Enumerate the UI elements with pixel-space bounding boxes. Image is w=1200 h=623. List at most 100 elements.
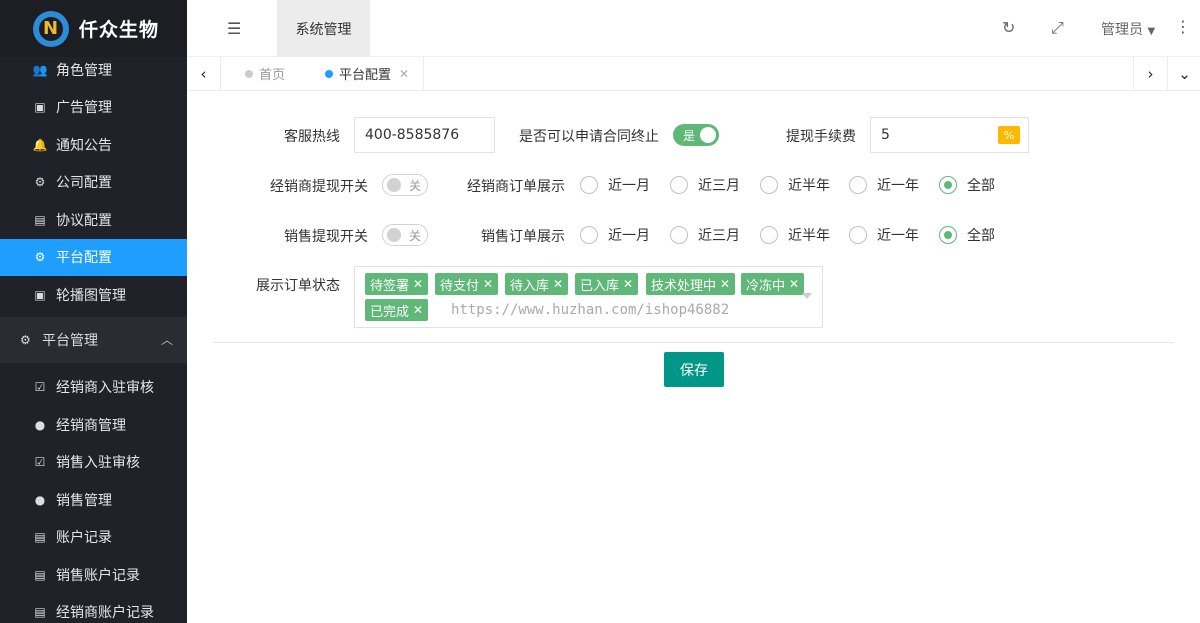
close-icon[interactable]: ✕ [413,277,423,291]
radio-ring [580,226,598,244]
sidebar-item-notice[interactable]: 🔔 通知公告 [0,126,187,164]
radio-label: 近半年 [788,228,830,244]
user-menu[interactable]: 管理员 ▼ [1101,19,1155,39]
page-tab-bar: ‹ 首页 平台配置 ✕ › ⌄ [187,57,1200,91]
brand-name: 仟众生物 [79,19,160,41]
sidebar-item-account-records[interactable]: ▤ 账户记录 [0,519,187,557]
tab-platform-config[interactable]: 平台配置 ✕ [325,57,425,90]
sidebar-item-sales-account-records[interactable]: ▤ 销售账户记录 [0,556,187,594]
refresh-icon[interactable]: ↻ [1002,18,1015,37]
radio-ring [760,176,778,194]
sidebar-group-label: 平台管理 [42,332,98,349]
sidebar-item-platform-config[interactable]: ⚙ 平台配置 [0,238,187,276]
tab-home[interactable]: 首页 [245,57,285,90]
menu-fold-icon[interactable]: ☰ [227,19,243,38]
tab-current-label: 平台配置 [339,68,392,83]
sales-range-3m[interactable]: 近三月 [670,225,740,245]
sales-range-1y[interactable]: 近一年 [849,225,919,245]
sales-range-all[interactable]: 全部 [939,225,995,245]
sidebar-item-label: 平台配置 [56,250,112,267]
status-tag: 冷冻中 ✕ [741,273,805,295]
radio-ring [670,226,688,244]
radio-label: 近三月 [698,228,740,244]
close-icon[interactable]: ✕ [483,277,493,291]
switch-text: 是 [683,128,696,143]
sidebar-item-sales-manage[interactable]: ● 销售管理 [0,481,187,519]
chevron-up-icon: ︿ [160,333,173,347]
sidebar-item-role[interactable]: 👥 角色管理 [0,51,187,89]
close-icon[interactable]: ✕ [720,277,730,291]
sidebar-item-dealer-manage[interactable]: ● 经销商管理 [0,406,187,444]
sidebar: N 仟众生物 👥 角色管理 ▣ 广告管理 🔔 通知公告 ⚙ 公司配置 ▤ 协议配置 ⚙ 平台… [0,0,187,623]
close-icon[interactable]: ✕ [553,277,563,291]
sidebar-item-label: 协议配置 [56,212,112,229]
file-icon: ▤ [34,530,46,545]
tab-system-manage[interactable]: 系统管理 [277,0,370,57]
tab-scroll-right-icon[interactable]: › [1133,57,1167,90]
radio-label: 全部 [967,228,995,244]
contract-terminate-switch[interactable]: 是 [673,124,719,146]
tab-home-label: 首页 [259,68,286,83]
sales-range-1m[interactable]: 近一月 [580,225,650,245]
sidebar-item-company[interactable]: ⚙ 公司配置 [0,164,187,202]
withdraw-fee-input[interactable]: 5% [870,117,1029,153]
cogs-icon: ⚙ [34,175,46,190]
dealer-range-6m[interactable]: 近半年 [760,175,830,195]
image-icon: ▣ [34,100,46,115]
sidebar-item-label: 账户记录 [56,530,112,547]
switch-text: 关 [409,178,422,193]
sidebar-item-agreement[interactable]: ▤ 协议配置 [0,201,187,239]
dealer-range-3m[interactable]: 近三月 [670,175,740,195]
more-vertical-icon[interactable]: ⋮ [1175,17,1191,36]
tag-label: 待支付 [440,278,480,294]
sales-range-6m[interactable]: 近半年 [760,225,830,245]
dealer-withdraw-switch[interactable]: 关 [382,174,428,196]
sidebar-item-label: 广告管理 [56,100,112,117]
save-button[interactable]: 保存 [664,352,724,387]
sidebar-item-label: 销售入驻审核 [56,455,140,472]
close-icon[interactable]: ✕ [789,277,799,291]
tag-label: 已完成 [370,304,410,320]
fullscreen-icon[interactable]: ⤢ [1051,18,1064,38]
status-tag: 待签署 ✕ [365,273,429,295]
dealer-range-1m[interactable]: 近一月 [580,175,650,195]
status-tag: 待入库 ✕ [505,273,569,295]
radio-label: 近半年 [788,178,830,194]
sidebar-group-platform[interactable]: ⚙ 平台管理 ︿ [0,316,187,363]
dealer-range-all[interactable]: 全部 [939,175,995,195]
sidebar-item-label: 公司配置 [56,175,112,192]
radio-label: 近三月 [698,178,740,194]
sidebar-item-dealer-audit[interactable]: ☑ 经销商入驻审核 [0,369,187,407]
order-status-select[interactable]: 待签署 ✕ 待支付 ✕ 待入库 ✕ 已入库 ✕ 技术处理中 ✕ 冷冻中 ✕ 已完成 ✕ htt… [354,266,823,328]
dealer-range-1y[interactable]: 近一年 [849,175,919,195]
logo[interactable]: N 仟众生物 [0,0,187,57]
sidebar-item-label: 通知公告 [56,137,112,154]
sidebar-item-ads[interactable]: ▣ 广告管理 [0,89,187,127]
switch-text: 关 [409,228,422,243]
radio-label: 近一月 [608,228,650,244]
sidebar-item-carousel[interactable]: ▣ 轮播图管理 [0,276,187,314]
caret-down-icon [802,293,812,299]
brand-logo-icon: N [33,10,69,47]
close-icon[interactable]: ✕ [623,277,633,291]
tab-scroll-left-icon[interactable]: ‹ [187,57,221,90]
sidebar-menu-top: 👥 角色管理 ▣ 广告管理 🔔 通知公告 ⚙ 公司配置 ▤ 协议配置 ⚙ 平台配置 ▣ 轮播图… [0,51,187,314]
hotline-input[interactable]: 400-8585876 [354,117,495,153]
percent-badge: % [998,126,1020,144]
sidebar-item-label: 角色管理 [56,62,112,79]
order-status-label: 展示订单状态 [256,278,340,294]
sidebar-item-dealer-account-records[interactable]: ▤ 经销商账户记录 [0,594,187,623]
chevron-down-icon[interactable]: ⌄ [1167,57,1200,90]
sidebar-item-sales-audit[interactable]: ☑ 销售入驻审核 [0,444,187,482]
radio-ring [849,226,867,244]
dealer-withdraw-label: 经销商提现开关 [270,179,368,195]
dealer-order-display-label: 经销商订单展示 [467,179,565,195]
close-icon[interactable]: ✕ [413,303,423,317]
radio-ring [939,176,957,194]
sidebar-item-label: 经销商入驻审核 [56,380,154,397]
sales-withdraw-switch[interactable]: 关 [382,224,428,246]
close-icon[interactable]: ✕ [399,67,409,81]
status-tag: 已入库 ✕ [575,273,639,295]
tab-dot [245,69,253,78]
sidebar-item-label: 销售管理 [56,492,112,509]
